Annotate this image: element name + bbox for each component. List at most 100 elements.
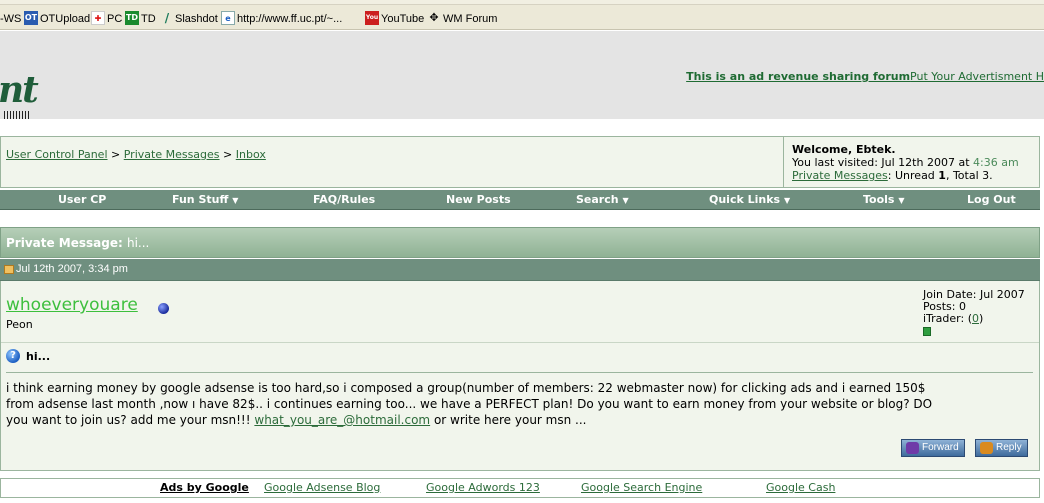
- link-pc[interactable]: PC: [107, 11, 122, 27]
- username-link[interactable]: whoeveryouare: [6, 295, 138, 315]
- question-icon: ?: [6, 349, 20, 363]
- reply-label: Reply: [996, 442, 1022, 453]
- unread-label: : Unread: [887, 169, 939, 182]
- nav-user-cp[interactable]: User CP: [58, 190, 106, 210]
- breadcrumb-panel: User Control Panel > Private Messages > …: [0, 136, 1040, 188]
- total-label: , Total 3.: [945, 169, 993, 182]
- welcome-greeting: Welcome, Ebtek.: [792, 143, 896, 156]
- youtube-icon: You: [365, 11, 379, 25]
- pm-title-label: Private Message:: [6, 236, 123, 250]
- nav-quick-links[interactable]: Quick Links ▼: [709, 190, 790, 210]
- td-icon: TD: [125, 11, 139, 25]
- link-otupload[interactable]: OTUpload: [40, 11, 90, 27]
- post-icon: [4, 265, 14, 274]
- ot-icon: OT: [24, 11, 38, 25]
- nav-search[interactable]: Search ▼: [576, 190, 629, 210]
- pm-title: Private Message: hi...: [6, 236, 149, 250]
- nav-label: New Posts: [446, 193, 511, 206]
- nav-label: Quick Links: [709, 193, 781, 206]
- ad-link-adwords-123[interactable]: Google Adwords 123: [426, 481, 540, 494]
- post-user-info: whoeveryouare Peon Join Date: Jul 2007 P…: [1, 281, 1039, 343]
- itrader: iTrader: (0): [923, 313, 1025, 325]
- nav-label: User CP: [58, 193, 107, 206]
- nav-tools[interactable]: Tools ▼: [863, 190, 904, 210]
- pm-title-bar: Private Message: hi...: [0, 227, 1040, 258]
- forward-button[interactable]: Forward: [901, 439, 965, 457]
- link-ws[interactable]: -WS: [0, 11, 21, 27]
- link-slashdot[interactable]: Slashdot: [175, 11, 218, 27]
- itrader-label: iTrader: (: [923, 312, 972, 325]
- pm-subject: hi...: [126, 236, 150, 250]
- google-ads-row: Ads by Google Google Adsense Blog Google…: [0, 478, 1040, 498]
- pm-post: whoeveryouare Peon Join Date: Jul 2007 P…: [0, 281, 1040, 471]
- nav-log-out[interactable]: Log Out: [967, 190, 1016, 210]
- ad-link-google-cash[interactable]: Google Cash: [766, 481, 835, 494]
- message-text: you want to join us? add me your msn!!!: [6, 413, 255, 427]
- link-youtube[interactable]: YouTube: [381, 11, 424, 27]
- user-stats: Join Date: Jul 2007 Posts: 0 iTrader: (0…: [923, 289, 1025, 325]
- ad-sharing-banner: This is an ad revenue sharing forumPut Y…: [686, 70, 1044, 83]
- pm-date-bar: Jul 12th 2007, 3:34 pm: [0, 259, 1040, 281]
- last-visited-label: You last visited: Jul 12th 2007 at: [792, 156, 974, 169]
- itrader-link[interactable]: 0: [972, 312, 979, 325]
- nav-new-posts[interactable]: New Posts: [446, 190, 511, 210]
- browser-links-toolbar: -WS OT OTUpload ✚ PC TD TD / Slashdot e …: [0, 0, 1044, 30]
- logo-barcode-decoration: [4, 111, 30, 119]
- pm-date: Jul 12th 2007, 3:34 pm: [16, 263, 128, 275]
- toolbar-top-strip: [0, 0, 1044, 5]
- slashdot-icon: /: [164, 11, 170, 25]
- pm-summary: Private Messages: Unread 1, Total 3.: [792, 169, 1040, 182]
- breadcrumb-separator: >: [223, 148, 233, 161]
- forward-label: Forward: [922, 442, 959, 453]
- breadcrumb-private-messages[interactable]: Private Messages: [124, 148, 220, 161]
- canada-flag-icon: ✚: [91, 11, 105, 25]
- chevron-down-icon: ▼: [622, 196, 629, 205]
- breadcrumb: User Control Panel > Private Messages > …: [6, 148, 266, 161]
- ad-link-adsense-blog[interactable]: Google Adsense Blog: [264, 481, 380, 494]
- ie-page-icon: e: [221, 11, 235, 25]
- breadcrumb-inbox[interactable]: Inbox: [236, 148, 266, 161]
- nav-fun-stuff[interactable]: Fun Stuff ▼: [172, 190, 238, 210]
- link-wm-forum[interactable]: WM Forum: [443, 11, 497, 27]
- reputation-icon: [923, 327, 931, 336]
- link-td[interactable]: TD: [141, 11, 156, 27]
- message-title: hi...: [26, 350, 51, 363]
- wm-forum-icon: ✥: [429, 11, 439, 24]
- message-line: i think earning money by google adsense …: [6, 381, 926, 395]
- chevron-down-icon: ▼: [232, 196, 239, 205]
- private-messages-link[interactable]: Private Messages: [792, 169, 888, 182]
- nav-label: Search: [576, 193, 619, 206]
- forward-icon: [906, 442, 919, 454]
- message-body: i think earning money by google adsense …: [6, 380, 1036, 428]
- breadcrumb-user-control-panel[interactable]: User Control Panel: [6, 148, 108, 161]
- last-visited-time: 4:36 am: [973, 156, 1019, 169]
- message-text: or write here your msn ...: [430, 413, 587, 427]
- reply-button[interactable]: Reply: [975, 439, 1028, 457]
- chevron-down-icon: ▼: [783, 196, 791, 205]
- welcome-box: Welcome, Ebtek. You last visited: Jul 12…: [783, 137, 1040, 187]
- user-offline-status-icon: [158, 303, 169, 314]
- nav-label: Log Out: [967, 193, 1016, 206]
- email-link[interactable]: what_you_are_@hotmail.com: [254, 413, 430, 427]
- reply-icon: [980, 442, 993, 454]
- put-advert-link[interactable]: Put Your Advertisment H: [910, 70, 1044, 83]
- last-visited: You last visited: Jul 12th 2007 at 4:36 …: [792, 156, 1040, 169]
- ad-sharing-link[interactable]: This is an ad revenue sharing forum: [686, 70, 910, 83]
- itrader-close: ): [979, 312, 984, 325]
- unread-count: 1: [938, 169, 946, 182]
- nav-label: FAQ/Rules: [313, 193, 376, 206]
- site-header: nt This is an ad revenue sharing forumPu…: [0, 31, 1044, 119]
- nav-label: Fun Stuff: [172, 193, 229, 206]
- nav-label: Tools: [863, 193, 895, 206]
- ad-link-search-engine[interactable]: Google Search Engine: [581, 481, 702, 494]
- message-line: from adsense last month ,now ı have 82$.…: [6, 397, 933, 411]
- chevron-down-icon: ▼: [898, 196, 905, 205]
- nav-faq-rules[interactable]: FAQ/Rules: [313, 190, 375, 210]
- site-logo[interactable]: nt: [0, 69, 39, 111]
- user-title: Peon: [6, 318, 33, 331]
- message-line: you want to join us? add me your msn!!! …: [6, 412, 1036, 428]
- main-navbar: User CP Fun Stuff ▼ FAQ/Rules New Posts …: [0, 190, 1040, 210]
- ads-by-google-link[interactable]: Ads by Google: [160, 481, 249, 494]
- link-ff-uc-pt[interactable]: http://www.ff.uc.pt/~...: [237, 11, 342, 27]
- message-divider: [6, 372, 1033, 373]
